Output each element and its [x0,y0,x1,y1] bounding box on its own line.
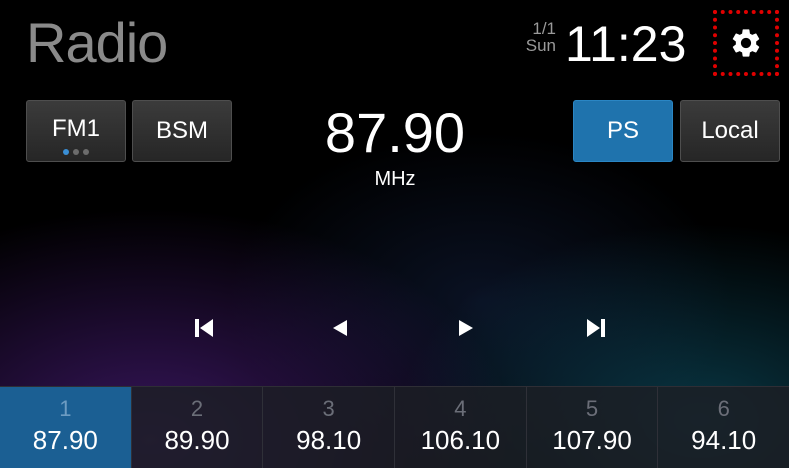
local-button[interactable]: Local [680,100,780,162]
preset-button-4[interactable]: 4 106.10 [394,387,526,468]
preset-frequency: 106.10 [420,425,501,455]
seek-back-icon [333,320,347,336]
band-label: FM1 [52,115,100,142]
preset-button-2[interactable]: 2 89.90 [130,387,263,468]
previous-station-button[interactable] [184,310,224,346]
weekday-label: Sun [525,36,556,55]
skip-next-icon [587,319,605,337]
preset-number: 4 [454,396,467,421]
seek-back-button[interactable] [320,310,360,346]
local-label: Local [701,117,759,144]
preset-button-3[interactable]: 3 98.10 [262,387,394,468]
preset-frequency: 98.10 [296,425,362,455]
preset-number: 3 [322,396,335,421]
bsm-button[interactable]: BSM [132,100,232,162]
date-label: 1/1 [532,19,556,38]
ps-button[interactable]: PS [573,100,673,162]
frequency-unit: MHz [374,168,416,190]
band-page-dot [63,149,69,155]
radio-screen: Radio 1/1 Sun 11:23 FM1 BSM 87.90 MHz PS… [0,0,789,468]
preset-number: 2 [190,396,204,421]
preset-frequency: 94.10 [691,425,757,455]
clock: 11:23 [565,16,687,72]
preset-button-5[interactable]: 5 107.90 [525,387,658,468]
date-display: 1/1 Sun [512,20,556,54]
seek-forward-icon [459,320,473,336]
preset-number: 5 [585,396,599,421]
preset-frequency: 107.90 [552,425,632,455]
band-page-dot [83,149,89,155]
settings-button[interactable] [713,10,779,76]
band-page-indicator [27,149,125,155]
seek-forward-button[interactable] [446,310,486,346]
preset-number: 1 [59,396,72,421]
preset-frequency: 89.90 [164,425,230,455]
page-title: Radio [26,11,168,74]
preset-bar: 1 87.90 2 89.90 3 98.10 4 106.10 5 107.9… [0,386,789,468]
band-page-dot [73,149,79,155]
band-button[interactable]: FM1 [26,100,126,162]
current-frequency: 87.90 [324,101,466,164]
next-station-button[interactable] [576,310,616,346]
preset-frequency: 87.90 [32,425,98,455]
preset-number: 6 [717,396,730,421]
skip-previous-icon [195,319,213,337]
preset-button-1[interactable]: 1 87.90 [0,387,131,468]
bsm-label: BSM [155,117,208,144]
preset-button-6[interactable]: 6 94.10 [657,387,789,468]
gear-icon [732,29,760,57]
ps-label: PS [606,117,639,144]
